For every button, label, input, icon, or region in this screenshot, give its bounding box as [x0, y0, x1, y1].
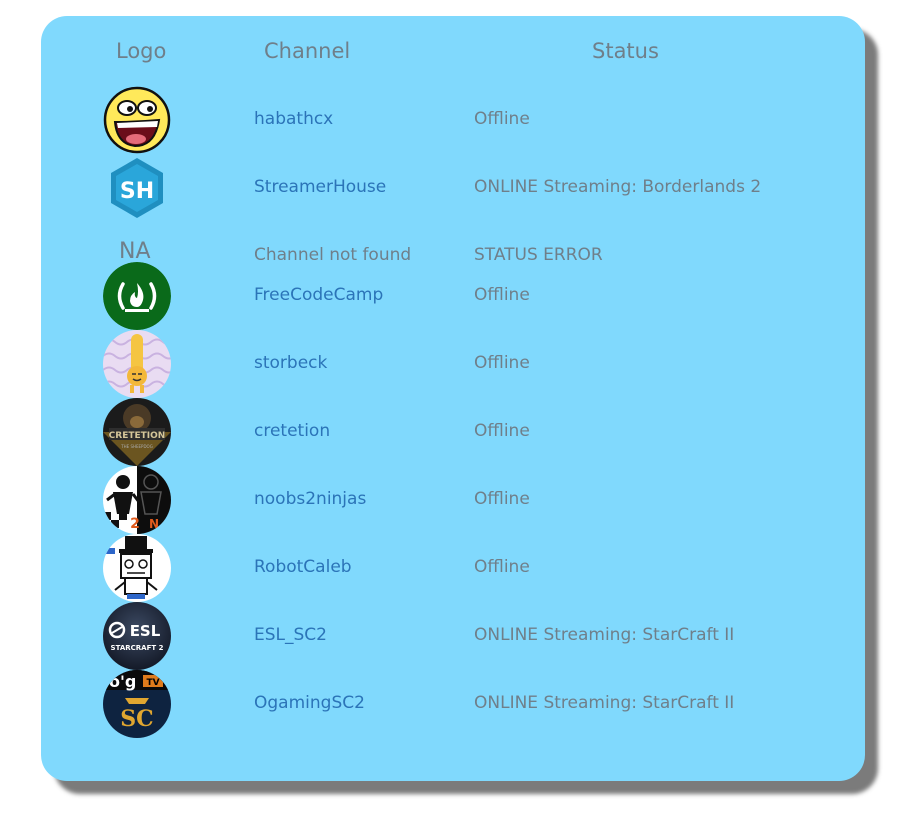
table-row: SH StreamerHouse ONLINE Streaming: Borde… — [41, 154, 865, 222]
svg-text:TV: TV — [146, 678, 159, 688]
streamerhouse-logo-icon[interactable]: SH — [103, 154, 171, 222]
logo-cell: o'g TV SC — [103, 670, 171, 738]
awesome-smiley-icon[interactable] — [103, 86, 171, 154]
status-text: ONLINE Streaming: StarCraft II — [474, 625, 735, 645]
table-row: RobotCaleb Offline — [41, 534, 865, 602]
logo-cell — [103, 534, 171, 602]
table-row: CRETETION THE SHEEPDOG cretetion Offline — [41, 398, 865, 466]
freecodecamp-logo-icon[interactable] — [103, 262, 171, 330]
svg-text:SC: SC — [120, 706, 153, 732]
table-row: o'g TV SC OgamingSC2 ONLINE Streaming: S… — [41, 670, 865, 738]
channel-link[interactable]: OgamingSC2 — [254, 693, 365, 713]
channel-link[interactable]: FreeCodeCamp — [254, 285, 383, 305]
status-text: Offline — [474, 353, 530, 373]
logo-cell: SH — [103, 154, 171, 222]
channel-link[interactable]: StreamerHouse — [254, 177, 386, 197]
header-status: Status — [592, 39, 659, 63]
table-row: FreeCodeCamp Offline — [41, 262, 865, 330]
ogamingsc2-logo-icon[interactable]: o'g TV SC — [103, 670, 171, 738]
svg-text:CRETETION: CRETETION — [109, 431, 166, 441]
logo-cell: ESL STARCRAFT 2 — [103, 602, 171, 670]
cretetion-avatar-icon[interactable]: CRETETION THE SHEEPDOG — [103, 398, 171, 466]
streams-card: Logo Channel Status habathcx Offline SH … — [41, 16, 865, 781]
channel-link[interactable]: cretetion — [254, 421, 330, 441]
svg-text:2: 2 — [130, 516, 140, 532]
noobs2ninjas-avatar-icon[interactable]: 2 N — [103, 466, 171, 534]
status-text: ONLINE Streaming: Borderlands 2 — [474, 177, 762, 197]
logo-cell: 2 N — [103, 466, 171, 534]
logo-cell: CRETETION THE SHEEPDOG — [103, 398, 171, 466]
svg-text:o'g: o'g — [109, 672, 136, 691]
channel-link[interactable]: storbeck — [254, 353, 327, 373]
status-text: Offline — [474, 489, 530, 509]
svg-text:N: N — [149, 517, 159, 531]
esl-sc2-logo-icon[interactable]: ESL STARCRAFT 2 — [103, 602, 171, 670]
header-logo: Logo — [116, 39, 167, 63]
logo-cell — [103, 330, 171, 398]
logo-placeholder: NA — [119, 239, 151, 264]
logo-cell — [103, 262, 171, 330]
robotcaleb-avatar-icon[interactable] — [103, 534, 171, 602]
status-text: Offline — [474, 285, 530, 305]
status-text: ONLINE Streaming: StarCraft II — [474, 693, 735, 713]
svg-text:ESL: ESL — [130, 622, 161, 640]
storbeck-avatar-icon[interactable] — [103, 330, 171, 398]
table-row: ESL STARCRAFT 2 ESL_SC2 ONLINE Streaming… — [41, 602, 865, 670]
svg-text:SH: SH — [120, 179, 154, 204]
header-channel: Channel — [264, 39, 351, 63]
channel-link[interactable]: noobs2ninjas — [254, 489, 366, 509]
svg-text:THE SHEEPDOG: THE SHEEPDOG — [120, 444, 153, 449]
status-text: Offline — [474, 421, 530, 441]
table-row: storbeck Offline — [41, 330, 865, 398]
svg-text:STARCRAFT 2: STARCRAFT 2 — [111, 644, 164, 652]
channel-link[interactable]: habathcx — [254, 109, 333, 129]
channel-link[interactable]: RobotCaleb — [254, 557, 352, 577]
channel-link[interactable]: ESL_SC2 — [254, 625, 327, 645]
logo-cell — [103, 86, 171, 154]
table-row: 2 N noobs2ninjas Offline — [41, 466, 865, 534]
status-text: Offline — [474, 109, 530, 129]
status-text: Offline — [474, 557, 530, 577]
table-row: habathcx Offline — [41, 86, 865, 154]
